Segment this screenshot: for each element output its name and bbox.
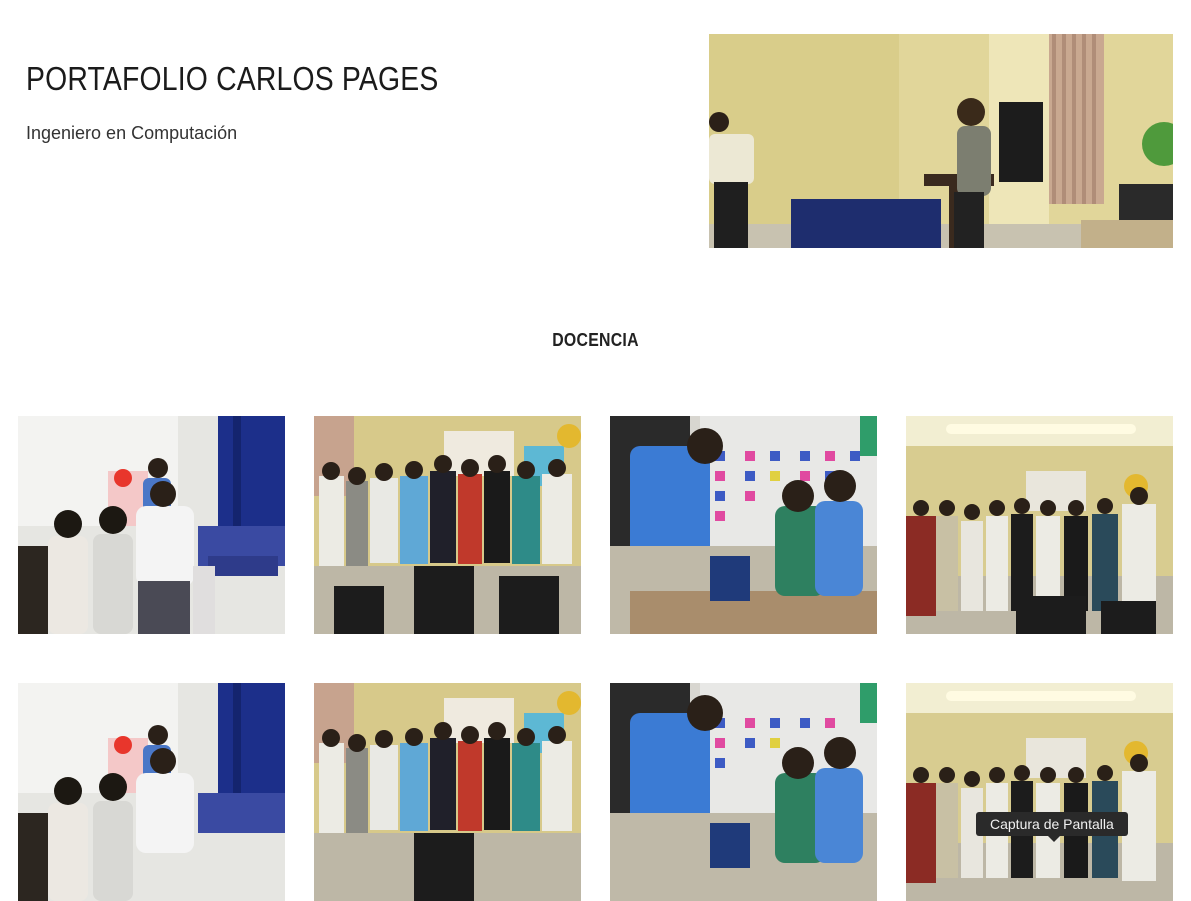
page-title: PORTAFOLIO CARLOS PAGES [26,60,439,97]
stage-group-photo [906,416,1173,634]
class-group-photo [314,683,581,901]
gallery-photo-1[interactable] [18,416,285,634]
gallery-photo-7[interactable] [610,683,877,901]
gallery-photo-2[interactable] [314,416,581,634]
gallery-photo-6[interactable] [314,683,581,901]
page-subtitle: Ingeniero en Computación [26,123,238,143]
gallery-photo-3[interactable] [610,416,877,634]
stage-group-photo [906,683,1173,901]
gallery-photo-4[interactable] [906,416,1173,634]
teacher-kids-photo [610,416,877,634]
teacher-whiteboard-photo [18,416,285,634]
gallery-photo-5[interactable] [18,683,285,901]
classroom-presentation-photo [709,34,1173,248]
gallery-photo-8[interactable] [906,683,1173,901]
hero-photo[interactable] [709,34,1173,248]
teacher-whiteboard-photo [18,683,285,901]
section-title: DOCENCIA [552,330,639,350]
class-group-photo [314,416,581,634]
teacher-kids-photo [610,683,877,901]
screenshot-tooltip: Captura de Pantalla [976,812,1128,842]
